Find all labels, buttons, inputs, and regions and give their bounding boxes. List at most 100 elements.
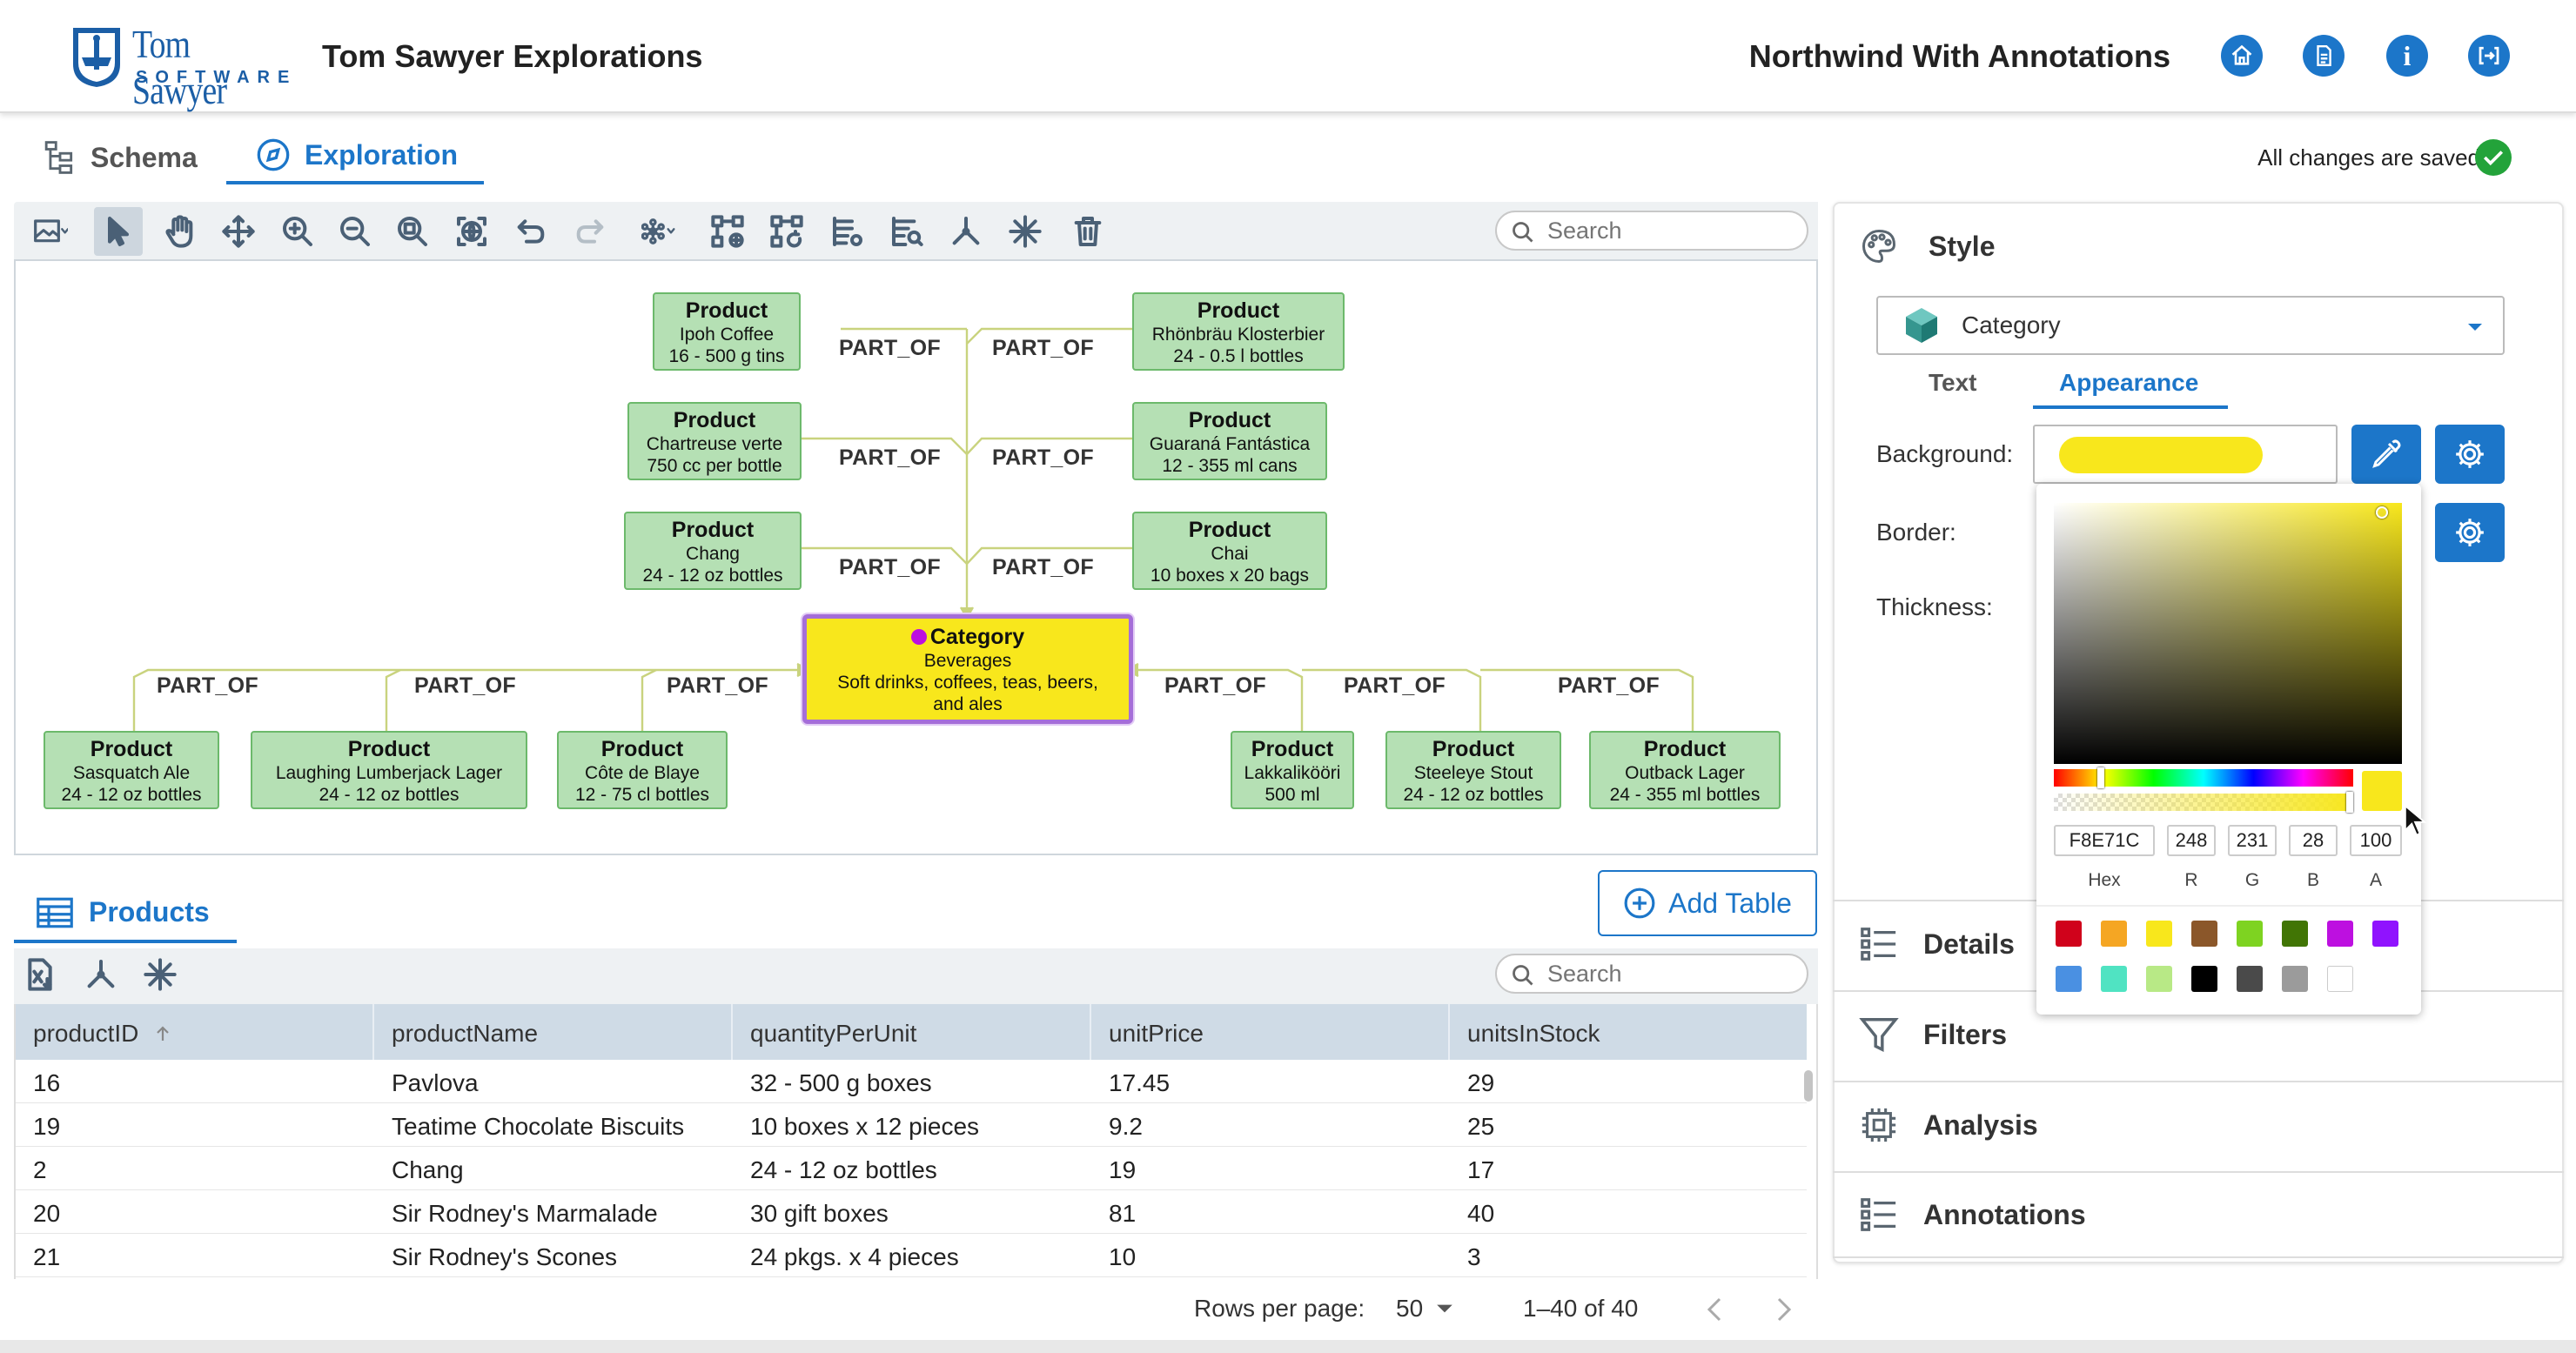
column-header-productid[interactable]: productID (33, 1020, 173, 1048)
preset-color-swatch[interactable] (2146, 966, 2172, 992)
select-tool-button[interactable] (94, 207, 143, 256)
alpha-input[interactable]: 100 (2350, 825, 2402, 856)
product-node[interactable]: Product Chartreuse verte 750 cc per bottle (627, 402, 802, 480)
rows-per-page-select[interactable]: 50 (1396, 1295, 1454, 1323)
add-connection-button[interactable] (703, 207, 752, 256)
preset-color-swatch[interactable] (2191, 921, 2217, 947)
tab-products[interactable]: Products (37, 896, 210, 928)
preset-color-swatch[interactable] (2056, 966, 2082, 992)
export-image-button[interactable] (19, 207, 82, 256)
product-node[interactable]: Product Chai 10 boxes x 20 bags (1132, 512, 1327, 590)
element-type-select[interactable]: Category (1876, 296, 2505, 355)
blue-input[interactable]: 28 (2289, 825, 2338, 856)
product-node[interactable]: Product Guaraná Fantástica 12 - 355 ml can… (1132, 402, 1327, 480)
column-header-productname[interactable]: productName (392, 1020, 538, 1048)
document-button[interactable] (2303, 35, 2345, 77)
export-excel-button[interactable] (16, 950, 64, 999)
product-node[interactable]: Product Lakkalikööri 500 ml (1231, 731, 1354, 809)
graph-search[interactable] (1495, 211, 1808, 251)
table-cell: 19 (1109, 1156, 1137, 1183)
table-search-input[interactable] (1547, 960, 1791, 988)
preset-color-swatch[interactable] (2282, 966, 2308, 992)
border-settings-button[interactable] (2435, 503, 2505, 562)
product-node[interactable]: Product Laughing Lumberjack Lager 24 - 12 … (251, 731, 527, 809)
zoom-out-button[interactable] (331, 207, 379, 256)
column-header-quantityperunit[interactable]: quantityPerUnit (750, 1020, 916, 1048)
annotations-section[interactable]: Annotations (1833, 1171, 2564, 1258)
subtab-appearance[interactable]: Appearance (2059, 369, 2198, 397)
table-cell: 21 (33, 1243, 61, 1270)
info-button[interactable]: i (2386, 35, 2428, 77)
background-settings-button[interactable] (2435, 425, 2505, 484)
logout-button[interactable] (2468, 35, 2510, 77)
table-row[interactable]: 19 Teatime Chocolate Biscuits 10 boxes x 1… (16, 1103, 1807, 1147)
table-search-icon (892, 217, 923, 246)
zoom-fit-button[interactable] (388, 207, 437, 256)
preset-color-swatch[interactable] (2146, 921, 2172, 947)
layout-menu-button[interactable] (627, 207, 691, 256)
preset-color-swatch[interactable] (2191, 966, 2217, 992)
table-row[interactable]: 20 Sir Rodney's Marmalade 30 gift boxes 81 4… (16, 1190, 1807, 1234)
saturation-handle[interactable] (2376, 506, 2388, 519)
eyedropper-button[interactable] (2351, 425, 2421, 484)
green-input[interactable]: 231 (2228, 825, 2277, 856)
saturation-area[interactable] (2054, 503, 2402, 764)
product-node[interactable]: Product Sasquatch Ale 24 - 12 oz bottles (44, 731, 219, 809)
add-table-button[interactable]: Add Table (1598, 870, 1817, 936)
red-input[interactable]: 248 (2167, 825, 2216, 856)
tab-exploration[interactable]: Exploration (256, 137, 458, 172)
blue-label: B (2306, 870, 2319, 890)
product-node[interactable]: Product Côte de Blaye 12 - 75 cl bottles (557, 731, 728, 809)
product-node[interactable]: Product Rhönbräu Klosterbier 24 - 0.5 l bo… (1132, 292, 1345, 371)
company-logo[interactable]: Tom Sawyer SOFTWARE (70, 21, 296, 112)
prev-page-icon[interactable] (1704, 1296, 1725, 1323)
column-header-unitsinstock[interactable]: unitsInStock (1467, 1020, 1600, 1048)
pointer-icon (108, 217, 129, 246)
preset-color-swatch[interactable] (2101, 966, 2127, 992)
move-tool-button[interactable] (214, 207, 263, 256)
hex-input[interactable]: F8E71C (2054, 825, 2155, 856)
pan-tool-button[interactable] (155, 207, 204, 256)
preset-color-swatch[interactable] (2372, 921, 2398, 947)
spread-neighbors-button[interactable] (942, 207, 990, 256)
alpha-slider[interactable] (2054, 792, 2353, 813)
table-search-button[interactable] (882, 207, 931, 256)
product-node[interactable]: Product Chang 24 - 12 oz bottles (624, 512, 802, 590)
product-node[interactable]: Product Steeleye Stout 24 - 12 oz bottles (1385, 731, 1561, 809)
table-spread-button[interactable] (77, 950, 125, 999)
table-row[interactable]: 16 Pavlova 32 - 500 g boxes 17.45 29 (16, 1060, 1807, 1103)
preset-color-swatch[interactable] (2237, 921, 2263, 947)
redo-button[interactable] (566, 207, 614, 256)
product-node[interactable]: Product Ipoh Coffee 16 - 500 g tins (653, 292, 801, 371)
undo-button[interactable] (506, 207, 555, 256)
next-page-icon[interactable] (1774, 1296, 1794, 1323)
table-search[interactable] (1495, 954, 1808, 994)
refresh-connection-button[interactable] (762, 207, 811, 256)
preset-color-swatch[interactable] (2327, 966, 2353, 992)
preset-color-swatch[interactable] (2101, 921, 2127, 947)
tab-schema[interactable]: Schema (44, 139, 198, 176)
product-node[interactable]: Product Outback Lager 24 - 355 ml bottles (1589, 731, 1781, 809)
graph-search-input[interactable] (1547, 217, 1791, 244)
table-expand-button[interactable] (136, 950, 184, 999)
preset-color-swatch[interactable] (2056, 921, 2082, 947)
table-row[interactable]: 21 Sir Rodney's Scones 24 pkgs. x 4 pieces… (16, 1234, 1807, 1277)
table-scrollbar[interactable] (1804, 1070, 1813, 1102)
column-header-unitprice[interactable]: unitPrice (1109, 1020, 1204, 1048)
subtab-text[interactable]: Text (1929, 369, 1977, 397)
preset-color-swatch[interactable] (2282, 921, 2308, 947)
delete-button[interactable] (1063, 207, 1112, 256)
home-button[interactable] (2221, 35, 2263, 77)
analysis-section[interactable]: Analysis (1833, 1081, 2564, 1168)
expand-all-button[interactable] (1001, 207, 1050, 256)
category-node-selected[interactable]: Category Beverages Soft drinks, coffees,… (802, 614, 1133, 724)
table-row[interactable]: 2 Chang 24 - 12 oz bottles 19 17 (16, 1147, 1807, 1190)
preset-color-swatch[interactable] (2327, 921, 2353, 947)
zoom-world-button[interactable] (447, 207, 496, 256)
preset-color-swatch[interactable] (2237, 966, 2263, 992)
zoom-in-button[interactable] (273, 207, 322, 256)
graph-canvas[interactable]: PART_OF PART_OF PART_OF PART_OF PART_OF … (14, 259, 1818, 855)
table-view-button[interactable] (823, 207, 872, 256)
hue-slider[interactable] (2054, 767, 2353, 788)
background-color-field[interactable] (2033, 425, 2338, 484)
